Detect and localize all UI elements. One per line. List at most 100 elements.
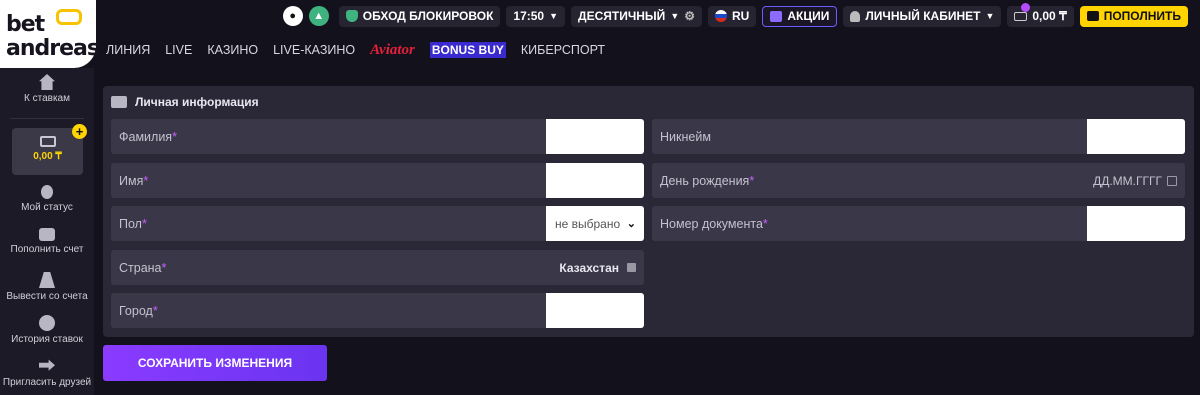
money-bag-icon: [39, 272, 55, 288]
language-button[interactable]: RU: [708, 5, 757, 27]
chevron-down-icon: ▼: [670, 11, 680, 21]
nav-line[interactable]: ЛИНИЯ: [106, 43, 150, 57]
logo-line-2: andreas: [6, 36, 100, 61]
country-value: Казахстан: [559, 261, 644, 275]
document-label-text: Номер документа: [660, 216, 763, 231]
id-card-icon: [111, 96, 127, 108]
sidebar-item-history[interactable]: История ставок: [0, 315, 94, 345]
language-label: RU: [732, 9, 750, 23]
country-label-text: Страна: [119, 260, 162, 275]
sidebar-item-deposit[interactable]: Пополнить счет: [0, 228, 94, 255]
save-changes-button[interactable]: СОХРАНИТЬ ИЗМЕНЕНИЯ: [103, 345, 327, 381]
notification-dot: [1021, 3, 1030, 12]
balance-display[interactable]: 0,00 ₸: [1007, 5, 1074, 27]
nav-bonus-buy[interactable]: BONUS BUY: [429, 42, 506, 58]
promos-label: АКЦИИ: [787, 9, 830, 23]
account-label: ЛИЧНЫЙ КАБИНЕТ: [865, 9, 981, 23]
birthday-field[interactable]: День рождения* ДД.ММ.ГГГГ: [652, 163, 1185, 198]
home-icon: [39, 74, 55, 90]
surname-field: Фамилия*: [111, 119, 644, 154]
sidebar-item-label: К ставкам: [24, 93, 70, 104]
sidebar: К ставкам 0,00 ₸ + Мой статус Пополнить …: [0, 68, 94, 395]
nav-esports[interactable]: КИБЕРСПОРТ: [521, 43, 605, 57]
birthday-label-text: День рождения: [660, 173, 750, 188]
divider: [10, 118, 84, 119]
shield-icon: [345, 10, 358, 22]
personal-info-panel: Личная информация Фамилия* Имя* Пол* не …: [103, 86, 1194, 337]
gender-label: Пол*: [111, 217, 546, 231]
sidebar-item-label: Вывести со счета: [6, 291, 88, 302]
panel-title-text: Личная информация: [135, 95, 259, 109]
country-field: Страна* Казахстан: [111, 250, 644, 285]
nav-casino[interactable]: КАЗИНО: [207, 43, 258, 57]
name-input[interactable]: [546, 163, 644, 198]
sidebar-item-status[interactable]: Мой статус: [0, 185, 94, 213]
odds-format-dropdown[interactable]: ДЕСЯТИЧНЫЙ ▼ ⚙: [571, 5, 702, 27]
gift-icon: [770, 10, 783, 22]
sidebar-item-to-bets[interactable]: К ставкам: [0, 74, 94, 104]
birthday-input[interactable]: ДД.ММ.ГГГГ: [1093, 174, 1185, 188]
time-dropdown[interactable]: 17:50 ▼: [506, 5, 566, 27]
calendar-icon[interactable]: [1167, 175, 1177, 186]
medal-icon: [41, 185, 53, 199]
required-mark: *: [749, 173, 755, 188]
logo-pill-icon: [56, 9, 82, 25]
gender-select[interactable]: не выбрано ⌄: [546, 206, 644, 241]
sidebar-item-label: Пополнить счет: [10, 244, 84, 255]
invite-icon: [39, 359, 55, 371]
panel-title: Личная информация: [111, 95, 259, 109]
required-mark: *: [172, 129, 177, 144]
sidebar-balance-amount: 0,00 ₸: [33, 151, 62, 162]
deposit-label: ПОПОЛНИТЬ: [1103, 9, 1181, 23]
sidebar-item-invite[interactable]: Пригласить друзей: [0, 358, 94, 388]
bypass-block-button[interactable]: ОБХОД БЛОКИРОВОК: [338, 5, 501, 27]
chevron-down-icon: ▼: [985, 11, 995, 21]
history-icon: [39, 315, 55, 331]
logo-line-1: bet: [6, 12, 45, 37]
country-label: Страна*: [111, 261, 559, 275]
gear-icon[interactable]: ⚙: [684, 9, 695, 23]
android-app-icon[interactable]: ▲: [308, 6, 329, 26]
surname-label: Фамилия*: [111, 130, 546, 144]
surname-input[interactable]: [546, 119, 644, 154]
chevron-down-icon: ▼: [549, 11, 559, 21]
city-label: Город*: [111, 304, 546, 318]
gender-label-text: Пол: [119, 216, 142, 231]
document-label: Номер документа*: [652, 217, 1087, 231]
city-label-text: Город: [119, 303, 153, 318]
promos-button[interactable]: АКЦИИ: [762, 5, 838, 27]
apple-app-icon[interactable]: ●: [282, 6, 303, 26]
birthday-label: День рождения*: [652, 174, 1093, 188]
document-field: Номер документа*: [652, 206, 1185, 241]
nav-aviator[interactable]: Aviator: [370, 42, 415, 59]
lock-icon: [627, 263, 636, 272]
add-funds-icon[interactable]: +: [72, 124, 87, 139]
chevron-down-icon: ⌄: [626, 218, 636, 230]
required-mark: *: [161, 260, 167, 275]
sidebar-item-label: Мой статус: [21, 202, 73, 213]
sidebar-item-withdraw[interactable]: Вывести со счета: [0, 272, 94, 302]
cash-icon: [1014, 11, 1028, 21]
balance-label: 0,00 ₸: [1032, 9, 1067, 23]
nav-live[interactable]: LIVE: [165, 43, 192, 57]
name-label-text: Имя: [119, 173, 144, 188]
deposit-button[interactable]: ПОПОЛНИТЬ: [1079, 5, 1188, 27]
odds-format-label: ДЕСЯТИЧНЫЙ: [578, 9, 666, 23]
time-label: 17:50: [513, 9, 545, 23]
required-mark: *: [143, 173, 149, 188]
name-label: Имя*: [111, 174, 546, 188]
name-field: Имя*: [111, 163, 644, 198]
logo[interactable]: bet andreas: [0, 0, 100, 68]
nickname-label: Никнейм: [660, 129, 711, 144]
bypass-label: ОБХОД БЛОКИРОВОК: [362, 9, 494, 23]
document-input[interactable]: [1087, 206, 1185, 241]
gender-field: Пол* не выбрано ⌄: [111, 206, 644, 241]
required-mark: *: [152, 303, 158, 318]
top-bar: ● ▲ ОБХОД БЛОКИРОВОК 17:50 ▼ ДЕСЯТИЧНЫЙ …: [96, 0, 1200, 32]
city-input[interactable]: [546, 293, 644, 328]
account-dropdown[interactable]: ЛИЧНЫЙ КАБИНЕТ ▼: [843, 5, 1002, 27]
nav-live-casino[interactable]: LIVE-КАЗИНО: [273, 43, 355, 57]
sidebar-item-label: Пригласить друзей: [2, 377, 92, 388]
nickname-input[interactable]: [1087, 119, 1185, 154]
birthday-placeholder: ДД.ММ.ГГГГ: [1093, 173, 1162, 188]
